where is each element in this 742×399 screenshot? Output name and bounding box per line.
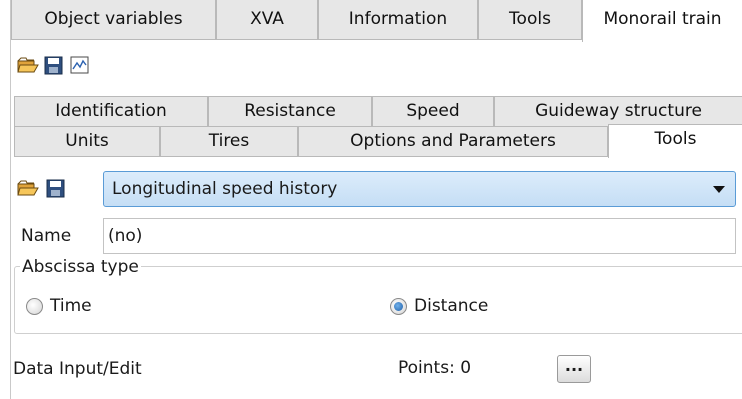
tool-type-select[interactable]: Longitudinal speed history	[103, 171, 736, 207]
data-input-edit-label: Data Input/Edit	[13, 359, 142, 379]
tab-label: Resistance	[244, 101, 336, 121]
tab-units[interactable]: Units	[14, 126, 160, 156]
points-count-field: Points: 0	[394, 352, 520, 386]
tab-label: Monorail train	[603, 9, 722, 29]
distance-radio-label[interactable]: Distance	[414, 295, 488, 317]
tab-options-and-parameters[interactable]: Options and Parameters	[298, 126, 608, 156]
tab-information[interactable]: Information	[318, 0, 478, 40]
distance-radio[interactable]	[390, 298, 407, 315]
name-input[interactable]: (no)	[103, 218, 736, 254]
tab-label: Tools	[509, 9, 551, 29]
left-frame-border	[10, 0, 11, 399]
tab-tires[interactable]: Tires	[160, 126, 298, 156]
tab-label: XVA	[250, 9, 284, 29]
tab-label: Tools	[654, 129, 697, 149]
tab-tools[interactable]: Tools	[478, 0, 582, 40]
tab-speed[interactable]: Speed	[372, 96, 494, 126]
tab-label: Identification	[55, 101, 167, 121]
tab-identification[interactable]: Identification	[14, 96, 208, 126]
abscissa-type-label: Abscissa type	[20, 256, 141, 278]
tab-tools-sub[interactable]: Tools	[608, 124, 742, 158]
open-folder-icon[interactable]	[17, 178, 39, 198]
save-disk-icon[interactable]	[43, 55, 65, 75]
tool-type-select-value: Longitudinal speed history	[112, 179, 338, 199]
tab-monorail-train[interactable]: Monorail train	[582, 0, 742, 42]
time-radio-label[interactable]: Time	[50, 295, 92, 317]
save-disk-icon[interactable]	[45, 178, 67, 198]
time-radio[interactable]	[26, 298, 43, 315]
tab-guideway-structure[interactable]: Guideway structure	[494, 96, 742, 126]
chevron-down-icon[interactable]	[713, 186, 725, 193]
edit-points-button[interactable]: ...	[557, 355, 591, 383]
tab-label: Options and Parameters	[350, 131, 556, 151]
tab-label: Information	[348, 9, 448, 29]
chart-graph-icon[interactable]	[69, 55, 91, 75]
tab-object-variables[interactable]: Object variables	[11, 0, 216, 40]
tab-panel-top-border	[14, 156, 608, 157]
tab-label: Tires	[208, 131, 250, 151]
tab-label: Units	[65, 131, 109, 151]
open-folder-icon[interactable]	[17, 55, 39, 75]
tab-xva[interactable]: XVA	[216, 0, 318, 40]
tab-resistance[interactable]: Resistance	[208, 96, 372, 126]
name-label: Name	[21, 226, 72, 246]
tab-label: Speed	[406, 101, 460, 121]
tab-label: Guideway structure	[535, 101, 702, 121]
tab-label: Object variables	[44, 9, 183, 29]
